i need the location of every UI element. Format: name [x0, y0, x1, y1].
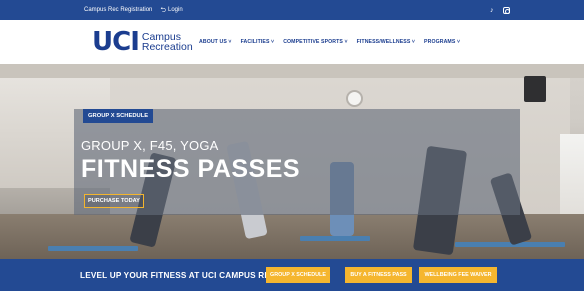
cta-band: LEVEL UP YOUR FITNESS AT UCI CAMPUS REC … — [0, 259, 584, 291]
campus-rec-registration-link[interactable]: Campus Rec Registration — [84, 7, 152, 13]
logo-wordmark: Campus Recreation — [141, 31, 193, 53]
login-link[interactable]: ⮌ Login — [160, 7, 182, 14]
uci-campus-recreation-logo[interactable]: UCI Campus Recreation — [92, 28, 193, 56]
nav-competitive-sports[interactable]: COMPETITIVE SPORTS ˅ — [283, 39, 347, 45]
main-navigation: ABOUT US ˅ FACILITIES ˅ COMPETITIVE SPOR… — [199, 20, 460, 64]
group-x-schedule-button[interactable]: GROUP X SCHEDULE — [266, 267, 330, 283]
speaker-icon — [524, 76, 546, 102]
login-label: Login — [167, 7, 183, 13]
wellbeing-fee-waiver-button[interactable]: WELLBEING FEE WAIVER — [419, 267, 497, 283]
studio-window-right — [560, 134, 584, 224]
hero-subtitle: GROUP X, F45, YOGA — [81, 138, 219, 153]
site-header: UCI Campus Recreation ABOUT US ˅ FACILIT… — [0, 20, 584, 64]
top-utility-bar: Campus Rec Registration ⮌ Login ♪ — [0, 0, 584, 20]
purchase-today-button[interactable]: PURCHASE TODAY — [84, 194, 144, 208]
band-heading: LEVEL UP YOUR FITNESS AT UCI CAMPUS REC — [80, 270, 277, 280]
nav-facilities[interactable]: FACILITIES ˅ — [241, 39, 275, 45]
yoga-mat — [300, 236, 370, 241]
nav-programs[interactable]: PROGRAMS ˅ — [424, 39, 460, 45]
group-x-schedule-tag[interactable]: GROUP X SCHEDULE — [83, 109, 154, 123]
nav-fitness-wellness[interactable]: FITNESS/WELLNESS ˅ — [357, 39, 415, 45]
ceiling-beam — [0, 64, 584, 78]
social-links: ♪ — [490, 0, 510, 20]
utility-links: Campus Rec Registration ⮌ Login — [84, 0, 183, 20]
buy-fitness-pass-button[interactable]: BUY A FITNESS PASS — [345, 267, 412, 283]
hero-title: FITNESS PASSES — [81, 155, 301, 183]
tiktok-icon[interactable]: ♪ — [490, 7, 494, 14]
instagram-icon[interactable] — [502, 6, 510, 14]
hero-banner: GROUP X SCHEDULE GROUP X, F45, YOGA FITN… — [0, 64, 584, 259]
yoga-mat — [48, 246, 138, 251]
logo-mark: UCI — [92, 27, 140, 57]
logo-line-2: Recreation — [141, 41, 193, 53]
wall-clock-icon — [346, 90, 363, 107]
studio-floor — [0, 214, 584, 259]
nav-about-us[interactable]: ABOUT US ˅ — [199, 39, 232, 45]
login-arrow-icon: ⮌ — [160, 6, 166, 14]
